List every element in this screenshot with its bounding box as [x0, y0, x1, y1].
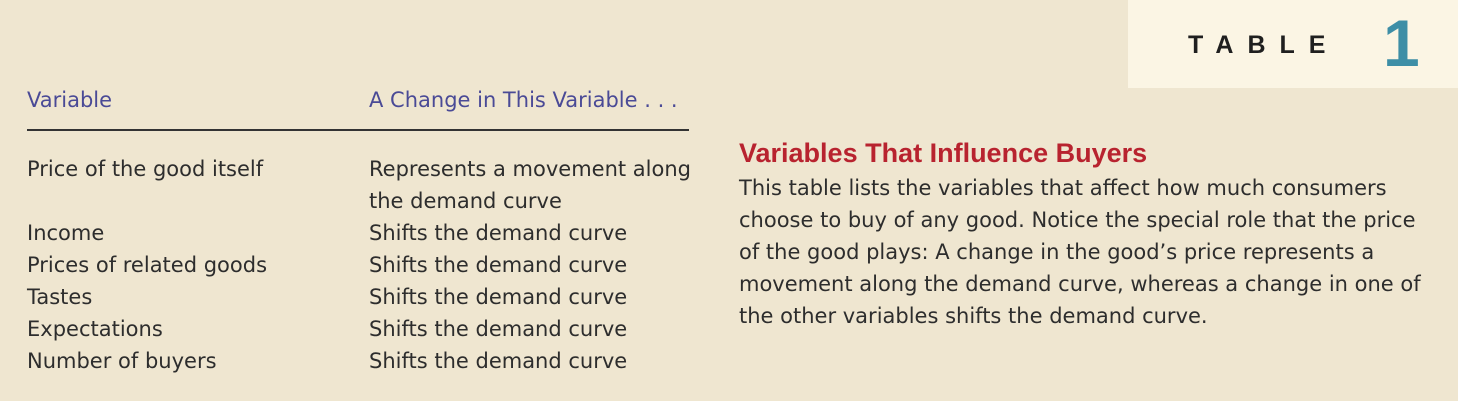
- header-rule: [27, 129, 689, 131]
- table-row: Expectations Shifts the demand curve: [27, 313, 707, 345]
- variable-cell: Price of the good itself: [27, 157, 264, 181]
- variable-cell: Expectations: [27, 317, 163, 341]
- table-body: Price of the good itself Represents a mo…: [27, 153, 707, 377]
- variable-cell: Income: [27, 221, 105, 245]
- change-cell: Shifts the demand curve: [369, 349, 628, 373]
- column-header-variable: Variable: [27, 88, 113, 112]
- table-row: Tastes Shifts the demand curve: [27, 281, 707, 313]
- table-label: TABLE: [1188, 31, 1340, 59]
- change-cell: Shifts the demand curve: [369, 221, 628, 245]
- variable-cell: Prices of related goods: [27, 253, 268, 277]
- change-cell: Shifts the demand curve: [369, 253, 628, 277]
- change-cell: Represents a movement along the demand c…: [369, 157, 691, 213]
- table-row: Price of the good itself Represents a mo…: [27, 153, 707, 217]
- table-row: Number of buyers Shifts the demand curve: [27, 345, 707, 377]
- column-header-change: A Change in This Variable . . .: [369, 88, 678, 112]
- caption-body: This table lists the variables that affe…: [739, 176, 1421, 328]
- variable-cell: Number of buyers: [27, 349, 217, 373]
- change-cell: Shifts the demand curve: [369, 317, 628, 341]
- table-row: Income Shifts the demand curve: [27, 217, 707, 249]
- caption-title: Variables That Influence Buyers: [739, 138, 1148, 168]
- table-row: Prices of related goods Shifts the deman…: [27, 249, 707, 281]
- change-cell: Shifts the demand curve: [369, 285, 628, 309]
- variable-cell: Tastes: [27, 285, 93, 309]
- table-number: 1: [1383, 6, 1420, 80]
